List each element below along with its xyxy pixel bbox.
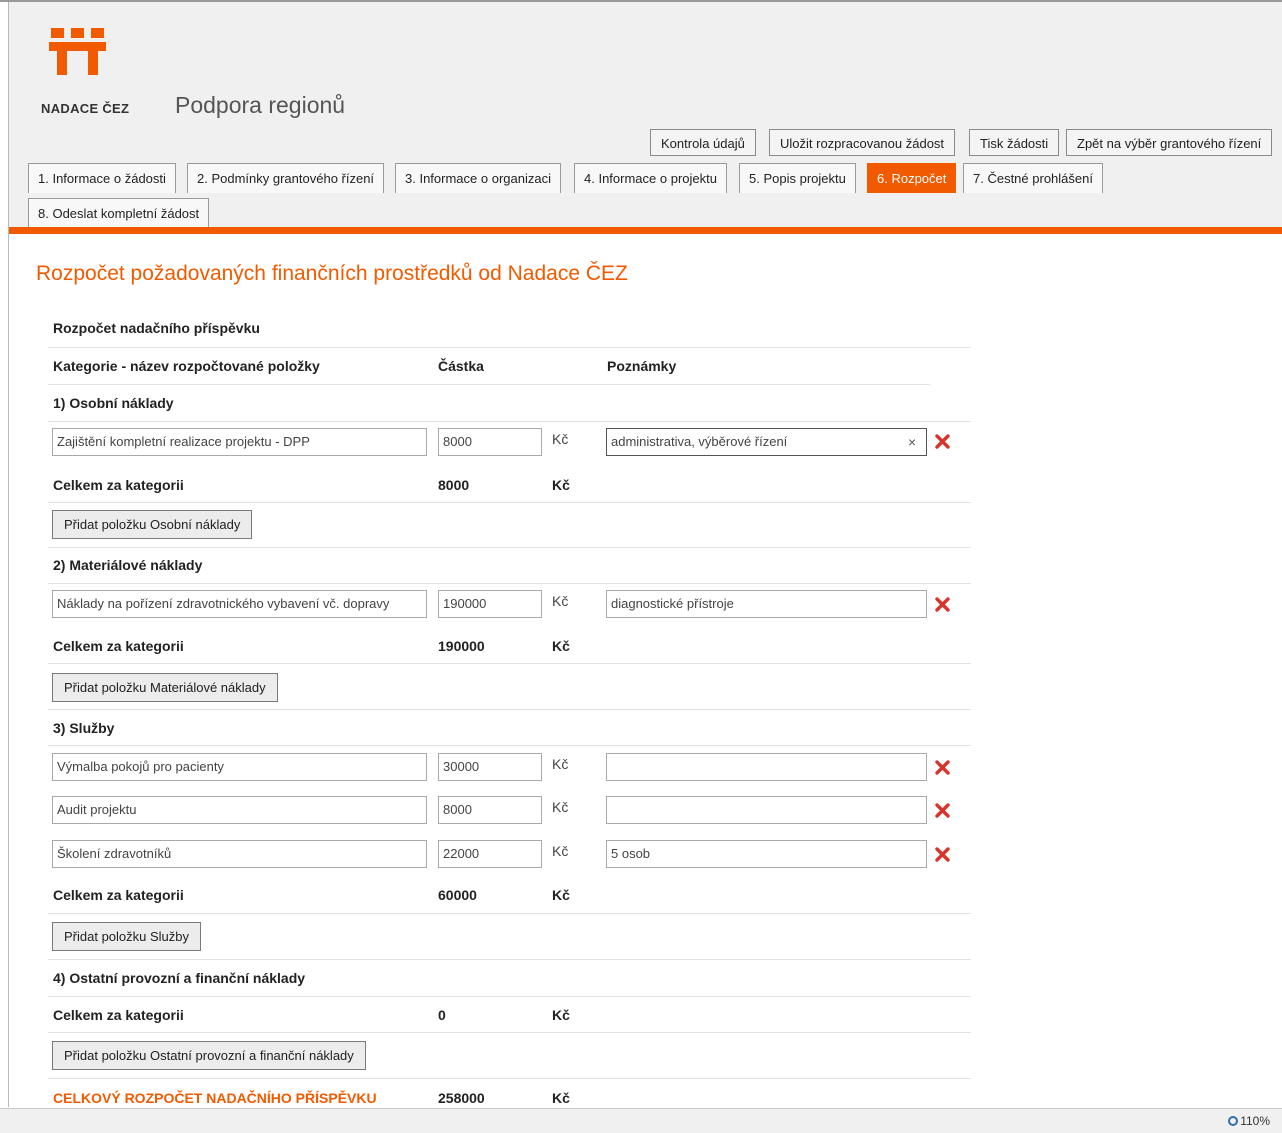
currency-label: Kč <box>552 756 569 772</box>
grand-total-amount: 258000 <box>438 1090 485 1106</box>
browser-status-bar: 110% <box>0 1108 1282 1133</box>
currency-label: Kč <box>552 1090 570 1106</box>
item-name-input[interactable]: Náklady na pořízení zdravotnického vybav… <box>52 590 427 618</box>
item-note-input[interactable] <box>606 753 927 781</box>
zoom-icon <box>1228 1116 1239 1126</box>
page-title: Rozpočet požadovaných finančních prostře… <box>36 262 628 285</box>
category-title: 1) Osobní náklady <box>53 395 174 411</box>
currency-label: Kč <box>552 1007 570 1023</box>
item-amount-input[interactable]: 22000 <box>438 840 542 868</box>
delete-icon[interactable] <box>935 597 950 612</box>
logo-mark-icon <box>49 28 109 78</box>
category-total-label: Celkem za kategorii <box>53 638 184 654</box>
divider <box>48 996 971 997</box>
currency-label: Kč <box>552 431 569 447</box>
item-amount-input[interactable]: 8000 <box>438 428 542 456</box>
item-name-input[interactable]: Zajištění kompletní realizace projektu -… <box>52 428 427 456</box>
tab-submit-application[interactable]: 8. Odeslat kompletní žádost <box>28 198 210 228</box>
category-title: 3) Služby <box>53 720 115 736</box>
clear-icon[interactable]: × <box>908 434 916 450</box>
item-amount-input[interactable]: 190000 <box>438 590 542 618</box>
delete-icon[interactable] <box>935 760 950 775</box>
divider <box>48 709 971 710</box>
delete-icon[interactable] <box>935 803 950 818</box>
item-name-input[interactable]: Školení zdravotníků <box>52 840 427 868</box>
divider <box>48 347 971 348</box>
tab-grant-conditions[interactable]: 2. Podmínky grantového řízení <box>187 163 385 193</box>
tab-organization-info[interactable]: 3. Informace o organizaci <box>395 163 561 193</box>
divider <box>48 913 971 914</box>
item-note-input[interactable]: 5 osob <box>606 840 927 868</box>
tab-budget[interactable]: 6. Rozpočet <box>867 163 957 193</box>
item-name-input[interactable]: Výmalba pokojů pro pacienty <box>52 753 427 781</box>
page-header: NADACE ČEZ Podpora regionů Kontrola údaj… <box>9 2 1282 229</box>
delete-icon[interactable] <box>935 434 950 449</box>
category-total-amount: 60000 <box>438 887 477 903</box>
divider <box>48 1078 971 1079</box>
print-application-button[interactable]: Tisk žádosti <box>969 129 1060 156</box>
zoom-value: 110% <box>1240 1114 1270 1128</box>
zoom-level[interactable]: 110% <box>1228 1114 1270 1128</box>
add-item-other-costs-button[interactable]: Přidat položku Ostatní provozní a finanč… <box>52 1041 366 1070</box>
add-item-services-button[interactable]: Přidat položku Služby <box>52 922 202 951</box>
logo-text: NADACE ČEZ <box>41 101 130 116</box>
add-item-personal-costs-button[interactable]: Přidat položku Osobní náklady <box>52 510 253 539</box>
category-total-amount: 8000 <box>438 477 470 493</box>
currency-label: Kč <box>552 477 570 493</box>
divider <box>48 1032 971 1033</box>
back-to-grant-selection-button[interactable]: Zpět na výběr grantového řízení <box>1066 129 1273 156</box>
category-title: 4) Ostatní provozní a finanční náklady <box>53 970 306 986</box>
tabbar-underline <box>9 227 1282 234</box>
tab-declaration[interactable]: 7. Čestné prohlášení <box>963 163 1103 193</box>
divider <box>48 959 971 960</box>
divider <box>48 502 971 503</box>
divider <box>48 663 971 664</box>
divider <box>48 547 971 548</box>
item-note-input[interactable]: administrativa, výběrové řízení <box>606 428 927 456</box>
divider <box>48 745 971 746</box>
category-title: 2) Materiálové náklady <box>53 557 203 573</box>
item-note-input[interactable]: diagnostické přístroje <box>606 590 927 618</box>
currency-label: Kč <box>552 638 570 654</box>
column-header-notes: Poznámky <box>607 358 677 374</box>
item-amount-input[interactable]: 30000 <box>438 753 542 781</box>
divider <box>48 421 971 422</box>
divider <box>48 583 971 584</box>
category-total-amount: 0 <box>438 1007 446 1023</box>
add-item-material-costs-button[interactable]: Přidat položku Materiálové náklady <box>52 673 278 702</box>
delete-icon[interactable] <box>935 847 950 862</box>
currency-label: Kč <box>552 887 570 903</box>
item-note-input[interactable] <box>606 796 927 824</box>
currency-label: Kč <box>552 593 569 609</box>
grand-total-label: CELKOVÝ ROZPOČET NADAČNÍHO PŘÍSPĚVKU <box>53 1090 377 1106</box>
category-total-label: Celkem za kategorii <box>53 1007 184 1023</box>
column-header-name: Kategorie - název rozpočtované položky <box>53 358 320 374</box>
column-header-amount: Částka <box>438 358 484 374</box>
app-title: Podpora regionů <box>175 92 346 118</box>
category-total-label: Celkem za kategorii <box>53 887 184 903</box>
category-total-amount: 190000 <box>438 638 485 654</box>
currency-label: Kč <box>552 799 569 815</box>
check-data-button[interactable]: Kontrola údajů <box>650 129 756 156</box>
save-draft-button[interactable]: Uložit rozpracovanou žádost <box>769 129 956 156</box>
tab-project-description[interactable]: 5. Popis projektu <box>739 163 856 193</box>
currency-label: Kč <box>552 843 569 859</box>
item-amount-input[interactable]: 8000 <box>438 796 542 824</box>
divider <box>48 384 930 385</box>
tab-application-info[interactable]: 1. Informace o žádosti <box>28 163 176 193</box>
tab-project-info[interactable]: 4. Informace o projektu <box>574 163 727 193</box>
item-name-input[interactable]: Audit projektu <box>52 796 427 824</box>
category-total-label: Celkem za kategorii <box>53 477 184 493</box>
section-title: Rozpočet nadačního příspěvku <box>53 320 260 336</box>
